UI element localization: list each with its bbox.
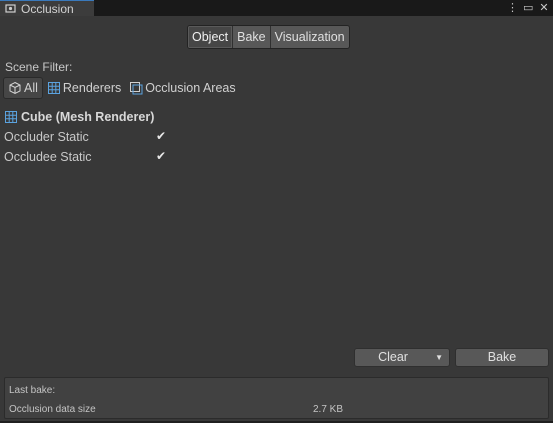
filter-all-label: All [24,81,38,95]
clear-label: Clear [378,350,408,364]
occluder-static-checkbox[interactable]: ✔ [154,129,168,143]
filter-renderers-label: Renderers [62,81,122,95]
tab-occlusion[interactable]: Occlusion [0,0,94,16]
scene-filter-label: Scene Filter: [5,60,73,74]
scene-filter-row: All Renderers Occlusion Areas [3,77,240,99]
cube-icon [9,81,21,95]
tab-object[interactable]: Object [188,26,233,48]
bake-info-box: Last bake: Occlusion data size 2.7 KB [4,377,549,419]
filter-all-button[interactable]: All [3,77,43,99]
close-icon[interactable]: ✕ [539,2,549,14]
maximize-icon[interactable]: ▭ [523,2,533,14]
bake-button[interactable]: Bake [455,348,549,367]
window-controls: ⋮ ▭ ✕ [507,0,549,16]
occlusion-data-size-value: 2.7 KB [313,404,344,415]
more-menu-icon[interactable]: ⋮ [507,2,518,14]
occludee-static-label: Occludee Static [4,150,92,164]
last-bake-label: Last bake: [9,385,56,396]
dropdown-arrow-icon[interactable]: ▼ [435,349,443,366]
occludee-static-row: Occludee Static ✔ [4,148,174,166]
occlusion-data-size-label: Occlusion data size [9,404,96,415]
occlusion-area-icon [130,82,143,95]
filter-occlusion-areas-label: Occlusion Areas [145,81,236,95]
clear-button[interactable]: Clear ▼ [354,348,450,367]
occludee-static-checkbox[interactable]: ✔ [154,149,168,163]
filter-renderers-button[interactable]: Renderers [43,77,125,99]
object-title: Cube (Mesh Renderer) [21,110,155,124]
occluder-static-row: Occluder Static ✔ [4,128,174,146]
object-header: Cube (Mesh Renderer) [4,110,154,124]
tab-visualization[interactable]: Visualization [269,26,349,48]
tab-title: Occlusion [21,1,74,16]
occlusion-camera-icon [5,4,16,13]
mode-toolbar: Object Bake Visualization [187,25,350,49]
tab-strip: Occlusion ⋮ ▭ ✕ [0,0,553,16]
tab-bake[interactable]: Bake [232,26,270,48]
filter-occlusion-areas-button[interactable]: Occlusion Areas [125,77,239,99]
occluder-static-label: Occluder Static [4,130,89,144]
mesh-renderer-icon [5,111,17,123]
mesh-renderer-icon [47,82,60,94]
